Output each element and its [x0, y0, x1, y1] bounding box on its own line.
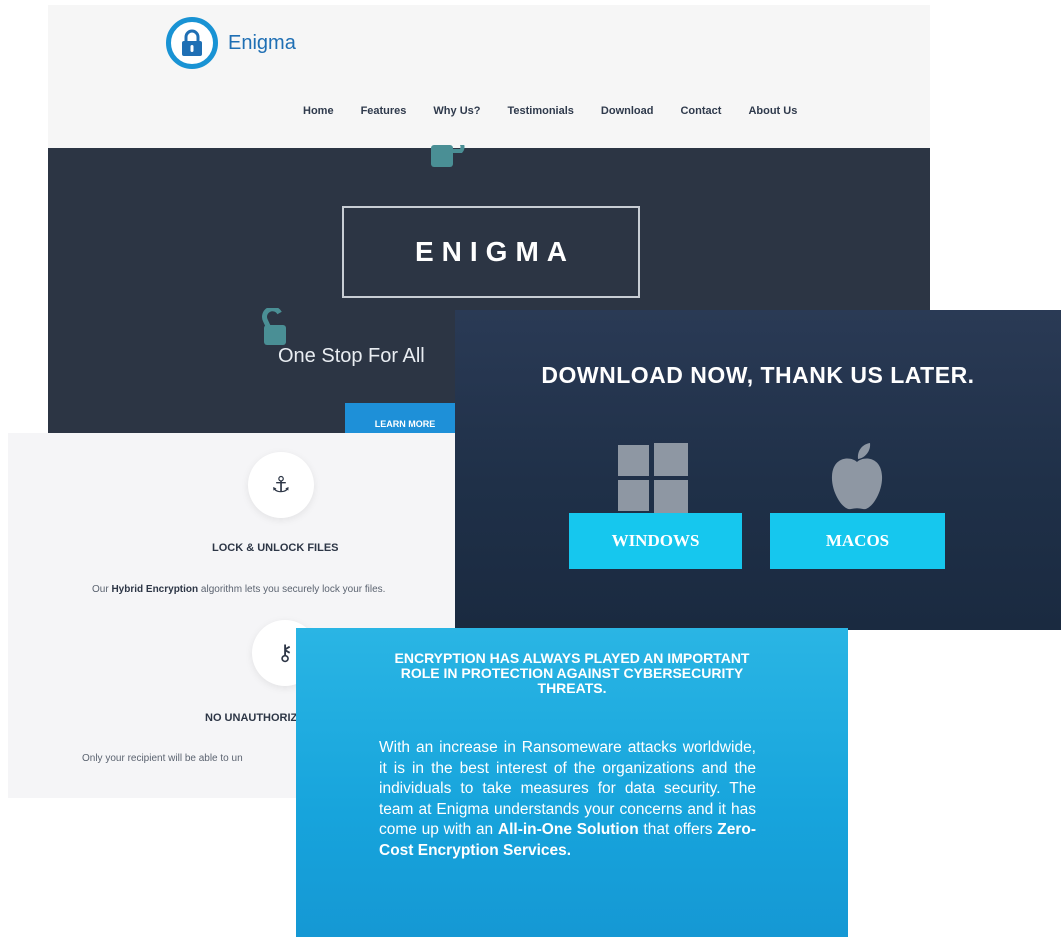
- apple-icon: [827, 442, 887, 517]
- anchor-icon: ⚓: [248, 452, 314, 518]
- about-heading-line: ENCRYPTION HAS ALWAYS PLAYED AN IMPORTAN…: [394, 650, 750, 666]
- feature-desc-lock-unlock: Our Hybrid Encryption algorithm lets you…: [92, 584, 385, 595]
- nav-download[interactable]: Download: [601, 105, 654, 117]
- feature-desc-text: Our: [92, 584, 112, 595]
- download-panel: DOWNLOAD NOW, THANK US LATER. WINDOWS MA…: [455, 310, 1061, 630]
- windows-icon: [618, 443, 688, 518]
- feature-desc-bold: Hybrid Encryption: [111, 584, 199, 595]
- brand-name: Enigma: [228, 31, 296, 54]
- feature-desc-text: algorithm lets you securely lock your fi…: [198, 584, 386, 595]
- about-body-text: that offers: [638, 821, 718, 839]
- feature-title-no-unauthorized: NO UNAUTHORIZ: [205, 712, 298, 724]
- top-navbar: Enigma Home Features Why Us? Testimonial…: [48, 5, 930, 148]
- lock-logo-icon: [166, 17, 218, 69]
- main-nav: Home Features Why Us? Testimonials Downl…: [303, 105, 797, 117]
- nav-contact[interactable]: Contact: [680, 105, 721, 117]
- hero-tagline: One Stop For All: [278, 345, 425, 367]
- windows-download-button[interactable]: WINDOWS: [569, 513, 742, 569]
- brand[interactable]: Enigma: [166, 17, 296, 69]
- nav-features[interactable]: Features: [361, 105, 407, 117]
- hero-title-box: ENIGMA: [342, 206, 640, 298]
- about-body: With an increase in Ransomeware attacks …: [379, 738, 756, 862]
- about-panel: ENCRYPTION HAS ALWAYS PLAYED AN IMPORTAN…: [296, 628, 848, 937]
- hero-title: ENIGMA: [415, 236, 575, 267]
- floating-lock-icon: [431, 141, 475, 176]
- about-heading: ENCRYPTION HAS ALWAYS PLAYED AN IMPORTAN…: [296, 651, 848, 696]
- about-heading-line: THREATS.: [537, 680, 607, 696]
- about-bold-solution: All-in-One Solution: [497, 821, 639, 839]
- feature-desc-no-unauthorized: Only your recipient will be able to un: [82, 753, 243, 764]
- nav-about-us[interactable]: About Us: [748, 105, 797, 117]
- download-heading: DOWNLOAD NOW, THANK US LATER.: [541, 362, 975, 388]
- nav-testimonials[interactable]: Testimonials: [507, 105, 573, 117]
- feature-title-lock-unlock: LOCK & UNLOCK FILES: [212, 542, 339, 554]
- nav-home[interactable]: Home: [303, 105, 334, 117]
- macos-download-button[interactable]: MACOS: [770, 513, 945, 569]
- nav-why-us[interactable]: Why Us?: [433, 105, 480, 117]
- about-heading-line: ROLE IN PROTECTION AGAINST CYBERSECURITY: [400, 665, 744, 681]
